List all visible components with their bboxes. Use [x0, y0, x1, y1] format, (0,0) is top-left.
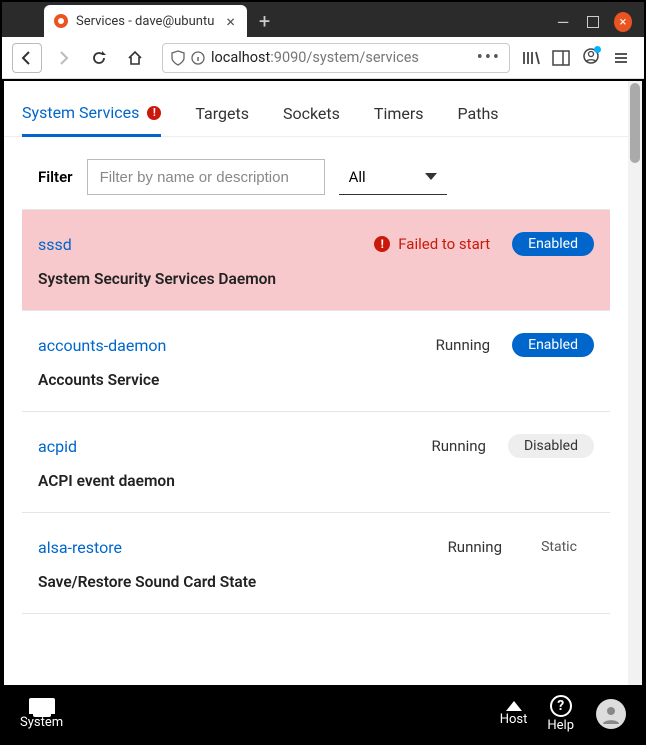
avatar-icon: [601, 704, 621, 724]
user-avatar[interactable]: [596, 699, 626, 729]
service-description: Save/Restore Sound Card State: [38, 573, 594, 591]
tab-label: Paths: [458, 104, 499, 123]
forward-button: [48, 43, 78, 73]
service-description: ACPI event daemon: [38, 472, 594, 490]
scrollbar-thumb[interactable]: [630, 83, 640, 163]
home-button[interactable]: [120, 43, 150, 73]
back-button[interactable]: [12, 43, 42, 73]
menu-icon[interactable]: [612, 49, 630, 67]
filter-label: Filter: [38, 168, 73, 186]
reload-button[interactable]: [84, 43, 114, 73]
tab-timers[interactable]: Timers: [374, 103, 424, 136]
service-header-row: sssd! Failed to start Enabled: [38, 232, 594, 256]
system-label: System: [20, 715, 63, 730]
host-label: Host: [500, 712, 528, 727]
bottom-bar: System Host ? Help: [4, 687, 642, 741]
arrow-left-icon: [19, 50, 35, 66]
system-nav-button[interactable]: System: [20, 698, 63, 730]
library-icon[interactable]: [522, 49, 540, 67]
status-text: Running: [436, 336, 490, 354]
enablement-badge: Enabled: [512, 333, 594, 357]
notification-dot-icon: [594, 46, 601, 53]
tab-targets[interactable]: Targets: [195, 103, 249, 136]
enablement-badge: Static: [524, 535, 594, 559]
filter-select-value: All: [349, 168, 366, 186]
host-nav-button[interactable]: Host: [500, 701, 528, 727]
service-status: Running: [448, 538, 502, 556]
service-header-row: acpid Running Disabled: [38, 434, 594, 458]
reload-icon: [91, 50, 107, 66]
tab-system-services[interactable]: System Services!: [22, 103, 161, 137]
page-viewport: System Services! Targets Sockets Timers Path…: [4, 81, 642, 685]
service-item[interactable]: alsa-restore Running Static Save/Restore So…: [22, 513, 610, 614]
close-tab-icon[interactable]: ×: [222, 12, 239, 31]
service-name-link[interactable]: acpid: [38, 437, 77, 456]
tab-paths[interactable]: Paths: [458, 103, 499, 136]
service-status: Running: [436, 336, 490, 354]
page-tabs: System Services! Targets Sockets Timers Path…: [4, 81, 628, 137]
service-header-row: accounts-daemon Running Enabled: [38, 333, 594, 357]
page-actions-icon[interactable]: •••: [477, 47, 501, 68]
status-text: Running: [448, 538, 502, 556]
enablement-badge: Disabled: [508, 434, 594, 458]
service-name-link[interactable]: accounts-daemon: [38, 336, 166, 355]
address-bar[interactable]: localhost:9090/system/services •••: [162, 43, 510, 73]
info-icon: [191, 50, 205, 66]
chevron-down-icon: [425, 173, 437, 180]
new-tab-button[interactable]: +: [247, 9, 282, 37]
filter-select[interactable]: All: [339, 159, 447, 195]
tab-title: Services - dave@ubuntu: [76, 14, 214, 29]
close-window-button[interactable]: ×: [614, 13, 632, 31]
chevron-up-icon: [506, 701, 522, 711]
scrollbar[interactable]: [628, 81, 642, 685]
service-item[interactable]: acpid Running Disabled ACPI event daemon: [22, 412, 610, 513]
service-name-link[interactable]: sssd: [38, 235, 72, 254]
maximize-button[interactable]: [584, 13, 602, 31]
service-name-link[interactable]: alsa-restore: [38, 538, 122, 557]
sidebar-icon[interactable]: [552, 49, 570, 67]
service-list: sssd! Failed to start Enabled System Securi…: [22, 209, 610, 614]
tab-label: System Services: [22, 103, 139, 122]
error-icon: !: [374, 236, 390, 252]
url-text: localhost:9090/system/services: [211, 49, 419, 66]
tab-label: Targets: [195, 104, 249, 123]
tab-label: Timers: [374, 104, 424, 123]
window-controls: — ×: [542, 13, 644, 37]
help-label: Help: [547, 718, 574, 733]
alert-badge-icon: !: [147, 106, 161, 120]
service-item[interactable]: sssd! Failed to start Enabled System Securi…: [22, 210, 610, 311]
account-button[interactable]: [582, 47, 600, 69]
home-icon: [127, 50, 143, 66]
service-status: Running: [432, 437, 486, 455]
filter-input[interactable]: [87, 159, 325, 195]
browser-tab[interactable]: Services - dave@ubuntu ×: [44, 5, 247, 37]
ubuntu-favicon-icon: [54, 14, 68, 28]
service-header-row: alsa-restore Running Static: [38, 535, 594, 559]
browser-titlebar: Services - dave@ubuntu × + — ×: [2, 2, 644, 37]
system-icon: [29, 698, 55, 714]
help-icon: ?: [550, 695, 572, 717]
service-description: System Security Services Daemon: [38, 270, 594, 288]
status-text: Failed to start: [398, 235, 490, 253]
service-item[interactable]: accounts-daemon Running Enabled Accounts Se…: [22, 311, 610, 412]
tab-label: Sockets: [283, 104, 340, 123]
browser-toolbar: localhost:9090/system/services •••: [2, 37, 644, 79]
tab-sockets[interactable]: Sockets: [283, 103, 340, 136]
shield-icon: [171, 50, 185, 66]
arrow-right-icon: [55, 50, 71, 66]
minimize-button[interactable]: —: [554, 13, 572, 31]
status-text: Running: [432, 437, 486, 455]
service-status: ! Failed to start: [374, 235, 490, 253]
help-nav-button[interactable]: ? Help: [547, 695, 574, 733]
enablement-badge: Enabled: [512, 232, 594, 256]
service-description: Accounts Service: [38, 371, 594, 389]
filter-row: Filter All: [4, 137, 628, 209]
